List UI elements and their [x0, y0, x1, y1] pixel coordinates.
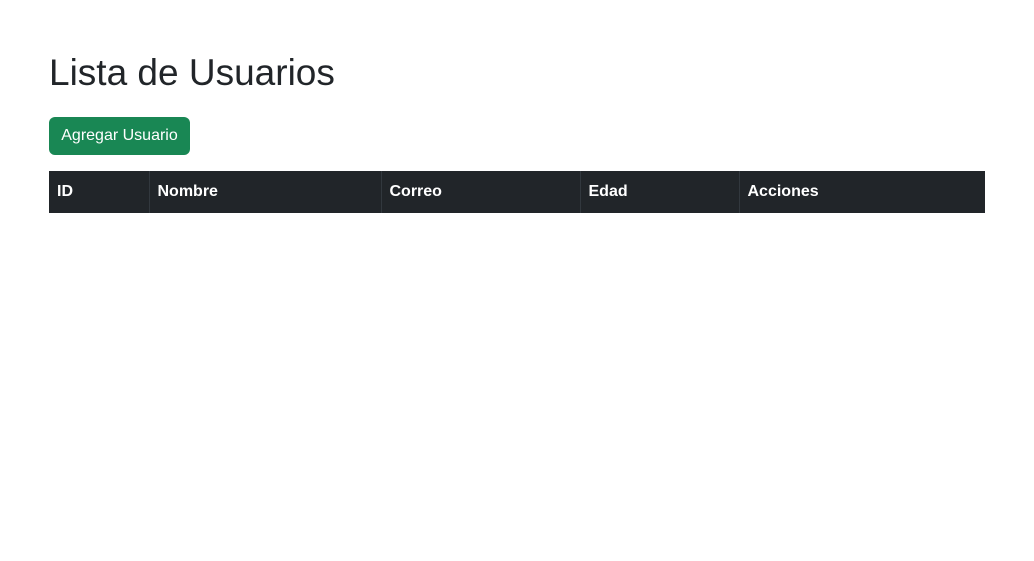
- column-header-correo[interactable]: Correo: [381, 171, 581, 213]
- column-header-nombre[interactable]: Nombre: [149, 171, 382, 213]
- table-header: ID Nombre Correo Edad Acciones: [49, 171, 985, 213]
- column-header-acciones[interactable]: Acciones: [739, 171, 985, 213]
- column-header-id[interactable]: ID: [49, 171, 150, 213]
- table-header-row: ID Nombre Correo Edad Acciones: [49, 171, 985, 213]
- users-table: ID Nombre Correo Edad Acciones: [49, 171, 985, 213]
- page-title: Lista de Usuarios: [49, 52, 335, 93]
- column-header-edad[interactable]: Edad: [580, 171, 740, 213]
- add-user-button[interactable]: Agregar Usuario: [49, 117, 190, 155]
